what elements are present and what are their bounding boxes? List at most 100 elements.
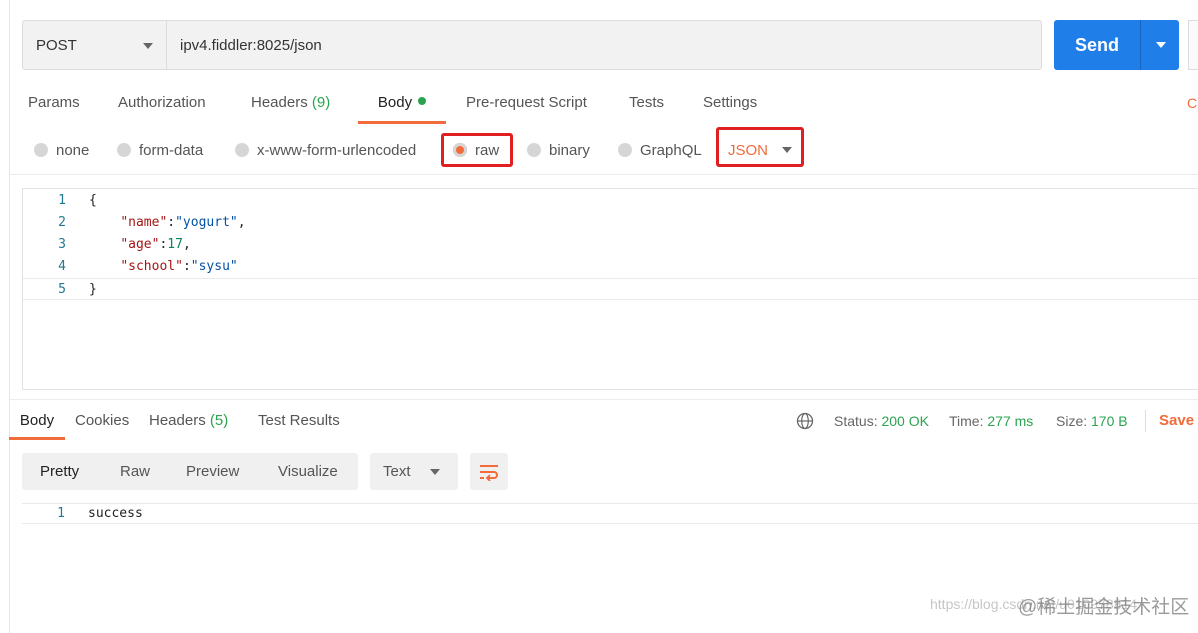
json-value: "yogurt" <box>175 215 238 230</box>
response-text: success <box>88 506 143 521</box>
line-number: 3 <box>58 237 66 252</box>
radio-none[interactable]: none <box>34 133 89 167</box>
tab-response-headers[interactable]: Headers (5) <box>149 410 228 440</box>
radio-circle-icon <box>34 143 48 157</box>
radio-label: none <box>56 141 90 159</box>
radio-circle-icon <box>235 143 249 157</box>
save-response-button[interactable]: Save <box>1159 412 1194 430</box>
tab-label: Authorization <box>118 94 206 111</box>
tab-pre-request-script[interactable]: Pre-request Script <box>466 92 587 124</box>
method-select[interactable]: POST <box>22 20 166 70</box>
tab-label: Test Results <box>258 412 340 429</box>
json-punct: , <box>237 215 246 230</box>
time-value: 277 ms <box>987 413 1034 429</box>
response-time: Time: 277 ms <box>949 412 1033 430</box>
request-body-editor[interactable]: 1 { 2 "name":"yogurt", 3 "age":17, 4 "sc… <box>22 188 1198 390</box>
chevron-down-icon <box>1156 42 1166 48</box>
code-line: 1 { <box>23 190 1198 212</box>
code-text: "name":"yogurt", <box>120 215 246 230</box>
url-value: ipv4.fiddler:8025/json <box>180 36 322 54</box>
tab-params[interactable]: Params <box>28 92 80 124</box>
radio-label: form-data <box>139 141 204 159</box>
status-value: 200 OK <box>881 413 929 429</box>
status-label: Status: <box>834 413 878 429</box>
radio-form-data[interactable]: form-data <box>117 133 203 167</box>
code-text: "age":17, <box>120 237 191 252</box>
tab-body[interactable]: Body <box>358 92 446 124</box>
watermark-site: @稀土掘金技术社区 <box>1018 597 1190 618</box>
code-text: } <box>89 282 97 297</box>
tab-authorization[interactable]: Authorization <box>118 92 206 124</box>
radio-label: x-www-form-urlencoded <box>257 141 417 159</box>
tab-response-body[interactable]: Body <box>9 410 65 440</box>
tab-label: Params <box>28 94 80 111</box>
line-number: 1 <box>57 506 65 521</box>
method-value: POST <box>36 36 77 54</box>
chevron-down-icon <box>430 469 440 475</box>
view-visualize-button[interactable]: Visualize <box>278 453 338 490</box>
send-options-button[interactable] <box>1141 20 1179 70</box>
json-key: "age" <box>120 237 160 252</box>
highlight-box-raw <box>441 133 513 167</box>
radio-label: binary <box>549 141 590 159</box>
tab-label: Body <box>19 412 55 429</box>
tab-settings[interactable]: Settings <box>703 92 757 124</box>
radio-label: GraphQL <box>640 141 702 159</box>
code-text: "school":"sysu" <box>120 259 238 274</box>
line-number: 1 <box>58 193 66 208</box>
chevron-down-icon <box>143 43 153 49</box>
code-line-current: 5 } <box>23 278 1198 300</box>
radio-circle-icon <box>618 143 632 157</box>
code-line: 3 "age":17, <box>23 234 1198 256</box>
radio-x-www-form-urlencoded[interactable]: x-www-form-urlencoded <box>235 133 416 167</box>
body-type-selector: none form-data x-www-form-urlencoded raw… <box>0 127 1198 167</box>
tab-label: Settings <box>703 94 758 111</box>
radio-graphql[interactable]: GraphQL <box>618 133 702 167</box>
tab-label: Tests <box>629 94 665 111</box>
json-value: "sysu" <box>190 259 238 274</box>
json-key: "school" <box>120 259 183 274</box>
json-key: "name" <box>120 215 168 230</box>
save-button[interactable] <box>1188 20 1198 70</box>
tab-test-results[interactable]: Test Results <box>258 410 340 440</box>
view-raw-button[interactable]: Raw <box>120 453 150 490</box>
code-line: 2 "name":"yogurt", <box>23 212 1198 234</box>
tab-label: Body <box>377 94 413 111</box>
line-number: 4 <box>58 259 66 274</box>
body-indicator-dot-icon <box>418 97 427 105</box>
size-value: 170 B <box>1091 413 1128 429</box>
send-button[interactable]: Send <box>1054 20 1179 70</box>
tab-label: Cookies <box>75 412 130 429</box>
globe-icon[interactable] <box>796 412 814 430</box>
tab-response-cookies[interactable]: Cookies <box>75 410 129 440</box>
tab-headers[interactable]: Headers (9) <box>251 92 330 124</box>
request-url-bar: POST ipv4.fiddler:8025/json Send <box>22 20 1198 70</box>
highlight-box-json <box>716 127 804 167</box>
response-format-select[interactable]: Text <box>370 453 458 490</box>
response-status: Status: 200 OK <box>834 412 929 430</box>
code-text: { <box>89 193 97 208</box>
size-label: Size: <box>1056 413 1088 429</box>
line-number: 5 <box>58 282 66 297</box>
tab-tests[interactable]: Tests <box>629 92 664 124</box>
tab-label: Headers <box>149 412 206 429</box>
response-header: Body Cookies Headers (5) Test Results St… <box>0 400 1198 440</box>
line-number: 2 <box>58 215 66 230</box>
url-input[interactable]: ipv4.fiddler:8025/json <box>166 20 1042 70</box>
view-preview-button[interactable]: Preview <box>186 453 239 490</box>
divider <box>1145 410 1146 432</box>
response-view-toggle: Pretty Raw Preview Visualize <box>22 453 358 490</box>
wrap-lines-icon <box>480 464 498 481</box>
send-label: Send <box>1074 34 1119 55</box>
cookies-link-truncated[interactable]: C <box>1187 95 1197 111</box>
code-line: 4 "school":"sysu" <box>23 256 1198 278</box>
radio-circle-icon <box>527 143 541 157</box>
wrap-lines-button[interactable] <box>470 453 508 490</box>
response-size: Size: 170 B <box>1056 412 1128 430</box>
view-pretty-button[interactable]: Pretty <box>40 453 79 490</box>
radio-circle-icon <box>117 143 131 157</box>
radio-binary[interactable]: binary <box>527 133 590 167</box>
tab-label: Headers <box>251 94 308 111</box>
response-body-line: 1 success <box>22 503 1198 524</box>
json-punct: , <box>182 237 191 252</box>
